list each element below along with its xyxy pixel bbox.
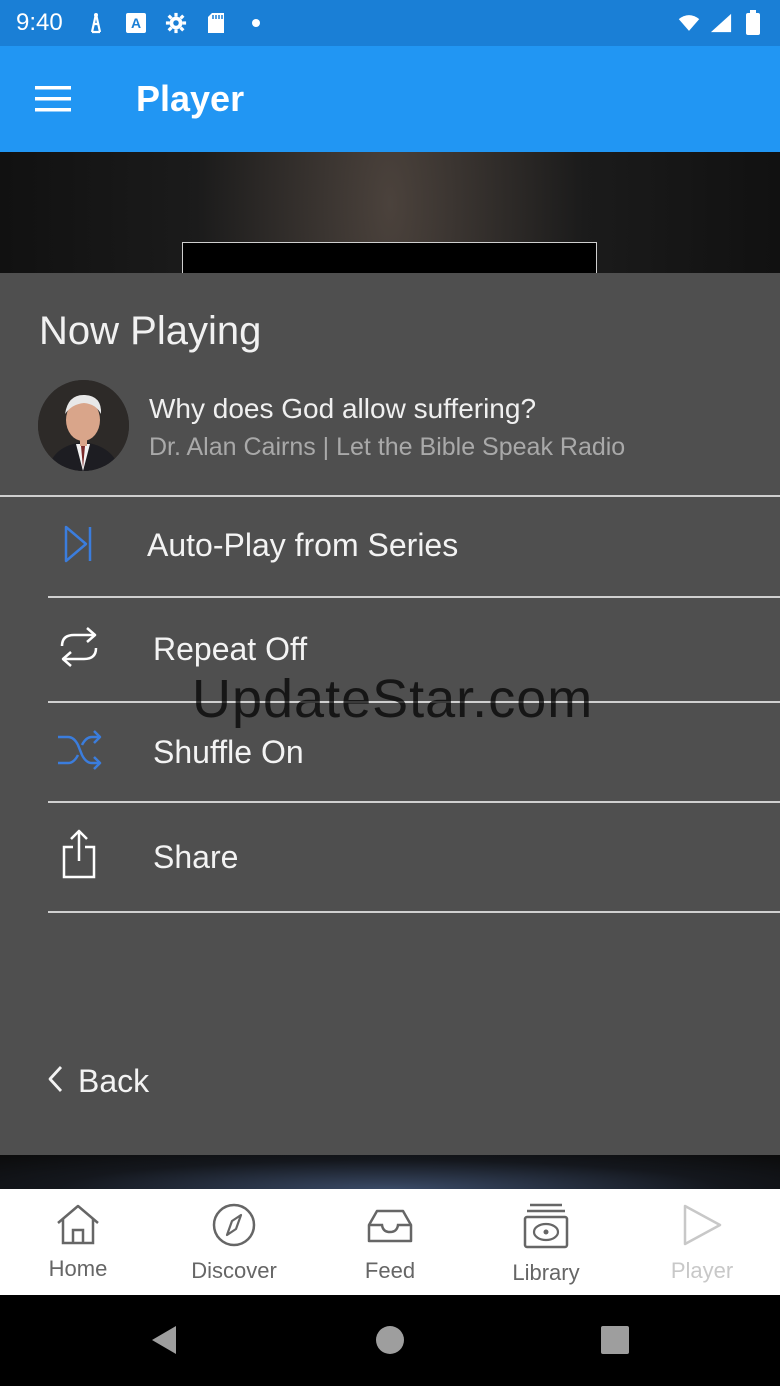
battery-icon (742, 10, 764, 35)
nav-home[interactable]: Home (0, 1189, 156, 1295)
share-option[interactable]: Share (0, 803, 780, 911)
autoplay-option[interactable]: Auto-Play from Series (0, 497, 780, 597)
app-bar: Player (0, 46, 780, 152)
repeat-icon (52, 620, 106, 674)
wifi-icon (678, 12, 700, 34)
share-icon (52, 827, 106, 881)
play-icon (680, 1203, 724, 1252)
nav-player-label: Player (670, 1258, 734, 1283)
back-triangle-icon[interactable] (146, 1322, 182, 1358)
library-icon (522, 1203, 570, 1254)
nav-library[interactable]: Library (468, 1189, 624, 1295)
status-icons-right (678, 10, 764, 35)
compass-icon (211, 1203, 257, 1252)
sd-card-icon (205, 12, 227, 34)
a-badge-icon: A (125, 12, 147, 34)
nav-discover[interactable]: Discover (156, 1189, 312, 1295)
shuffle-option[interactable]: Shuffle On (0, 703, 780, 801)
now-playing-sheet: Now Playing Why does God allow suffering… (0, 273, 780, 1155)
nav-feed-label: Feed (364, 1258, 416, 1283)
repeat-option[interactable]: Repeat Off (0, 598, 780, 700)
tower-icon (85, 12, 107, 34)
hamburger-menu-icon[interactable] (18, 64, 88, 134)
repeat-label: Repeat Off (153, 631, 308, 667)
share-label: Share (153, 839, 239, 875)
inbox-icon (366, 1203, 414, 1252)
home-icon (54, 1203, 102, 1250)
recents-square-icon[interactable] (597, 1322, 633, 1358)
page-title: Player (136, 78, 245, 119)
track-subtitle: Dr. Alan Cairns | Let the Bible Speak Ra… (149, 433, 626, 461)
signal-icon (710, 12, 732, 34)
back-label: Back (78, 1063, 150, 1099)
android-nav-bar (0, 1295, 780, 1386)
divider (48, 911, 780, 913)
status-bar: 9:40 A (0, 0, 780, 46)
nav-feed[interactable]: Feed (312, 1189, 468, 1295)
status-time: 9:40 (16, 9, 63, 36)
nav-home-label: Home (48, 1256, 108, 1281)
back-button[interactable]: Back (46, 1063, 149, 1100)
avatar (38, 380, 129, 471)
nav-discover-label: Discover (191, 1258, 277, 1283)
bottom-nav: Home Discover Feed Library Player (0, 1189, 780, 1295)
autoplay-label: Auto-Play from Series (147, 527, 459, 563)
chevron-left-icon (46, 1065, 64, 1098)
shuffle-label: Shuffle On (153, 734, 304, 770)
svg-text:A: A (131, 15, 141, 31)
skip-next-icon (52, 517, 106, 571)
dot-icon (245, 12, 267, 34)
track-title: Why does God allow suffering? (149, 393, 537, 424)
status-icons-left: A (85, 12, 267, 34)
sheet-title: Now Playing (39, 309, 262, 353)
home-circle-icon[interactable] (372, 1322, 408, 1358)
nav-library-label: Library (512, 1260, 580, 1285)
shuffle-icon (52, 723, 106, 777)
nav-player[interactable]: Player (624, 1189, 780, 1295)
player-bottom-glow (0, 1155, 780, 1189)
gear-icon (165, 12, 187, 34)
